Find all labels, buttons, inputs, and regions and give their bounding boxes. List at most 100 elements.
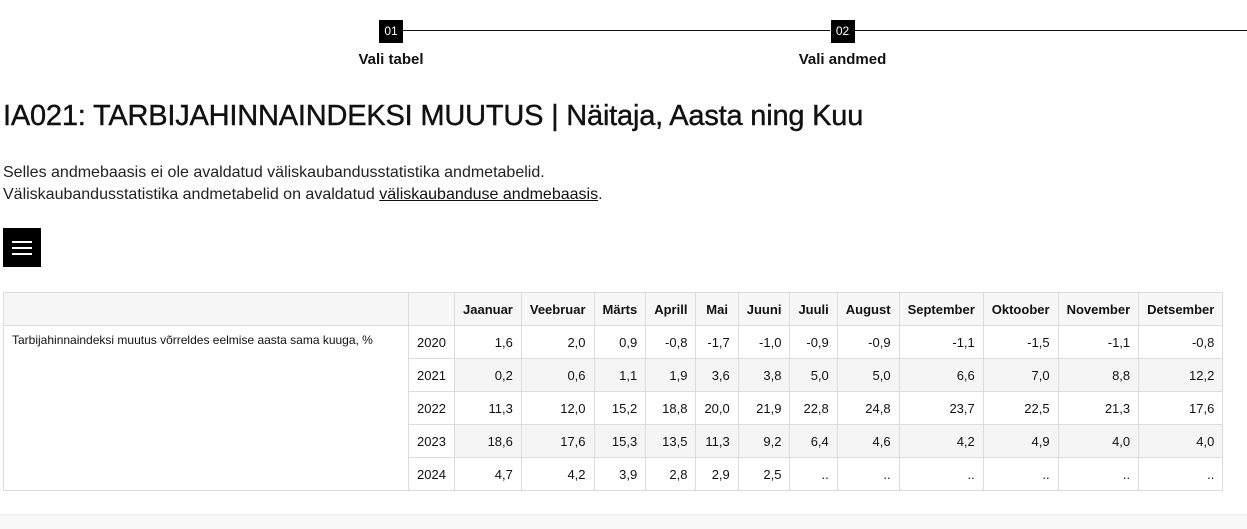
value-cell: -1,1 [898,325,984,359]
intro-line-2-prefix: Väliskaubandusstatistika andmetabelid on… [3,186,380,203]
year-cell: 2020 [408,325,455,359]
value-cell: 13,5 [645,424,697,458]
column-header: November [1057,292,1140,326]
column-header: Aprill [645,292,697,326]
value-cell: .. [836,457,900,491]
value-cell: -1,5 [982,325,1059,359]
value-cell: 6,4 [789,424,838,458]
value-cell: 4,9 [982,424,1059,458]
step-number: 01 [379,20,403,43]
value-cell: 15,3 [593,424,647,458]
column-header: September [898,292,984,326]
value-cell: 21,3 [1057,391,1140,425]
stepper-connector [855,30,1247,31]
value-cell: 22,5 [982,391,1059,425]
value-cell: 1,1 [593,358,647,392]
year-cell: 2023 [408,424,455,458]
menu-button[interactable] [3,228,41,267]
column-header: Juuli [789,292,838,326]
value-cell: 6,6 [898,358,984,392]
value-cell: 11,3 [695,424,739,458]
column-header: Mai [695,292,739,326]
step-select-table[interactable]: 01 Vali tabel [340,20,442,68]
value-cell: 23,7 [898,391,984,425]
column-header: Juuni [737,292,791,326]
value-cell: 22,8 [789,391,838,425]
value-cell: 12,2 [1138,358,1224,392]
bottom-panel [0,514,1247,529]
column-header: August [836,292,900,326]
value-cell: 4,2 [520,457,595,491]
value-cell: 2,8 [645,457,697,491]
table-row: Tarbijahinnaindeksi muutus võrreldes eel… [3,325,1224,491]
intro-line-2: Väliskaubandusstatistika andmetabelid on… [3,184,603,206]
step-select-data[interactable]: 02 Vali andmed [780,20,905,68]
value-cell: 0,2 [454,358,522,392]
hamburger-icon [12,252,32,255]
step-label: Vali tabel [358,51,424,68]
value-cell: .. [1138,457,1224,491]
value-cell: 0,9 [593,325,647,359]
intro-text: Selles andmebaasis ei ole avaldatud väli… [3,162,603,206]
value-cell: 24,8 [836,391,900,425]
hamburger-icon [12,246,32,249]
value-cell: .. [982,457,1059,491]
step-number: 02 [830,20,855,43]
value-cell: 3,9 [593,457,647,491]
value-cell: -1,7 [695,325,739,359]
value-cell: 5,0 [836,358,900,392]
value-cell: 15,2 [593,391,647,425]
intro-line-2-suffix: . [598,186,603,203]
year-cell: 2021 [408,358,455,392]
page-title: IA021: TARBIJAHINNAINDEKSI MUUTUS | Näit… [3,100,864,132]
value-cell: -1,0 [737,325,791,359]
value-cell: 9,2 [737,424,791,458]
value-cell: 2,0 [520,325,595,359]
column-header: Veebruar [520,292,595,326]
value-cell: 17,6 [1138,391,1224,425]
value-cell: 5,0 [789,358,838,392]
value-cell: -0,9 [836,325,900,359]
value-cell: 1,6 [454,325,522,359]
value-cell: .. [1057,457,1140,491]
value-cell: 21,9 [737,391,791,425]
value-cell: 0,6 [520,358,595,392]
header-empty [408,292,455,326]
value-cell: 4,0 [1057,424,1140,458]
hamburger-icon [12,240,32,243]
value-cell: 4,6 [836,424,900,458]
column-header: Detsember [1138,292,1224,326]
stepper-connector [402,30,830,31]
indicator-label: Tarbijahinnaindeksi muutus võrreldes eel… [3,325,409,491]
value-cell: -0,9 [789,325,838,359]
value-cell: 4,2 [898,424,984,458]
intro-line-1: Selles andmebaasis ei ole avaldatud väli… [3,164,545,181]
column-header: Oktoober [982,292,1059,326]
value-cell: 2,9 [695,457,739,491]
value-cell: 17,6 [520,424,595,458]
value-cell: -1,1 [1057,325,1140,359]
column-header: Märts [593,292,647,326]
value-cell: 3,8 [737,358,791,392]
year-cell: 2024 [408,457,455,491]
value-cell: 4,7 [454,457,522,491]
value-cell: 2,5 [737,457,791,491]
value-cell: 8,8 [1057,358,1140,392]
value-cell: 4,0 [1138,424,1224,458]
value-cell: .. [789,457,838,491]
column-header: Jaanuar [454,292,522,326]
value-cell: 18,8 [645,391,697,425]
year-cell: 2022 [408,391,455,425]
value-cell: 12,0 [520,391,595,425]
foreign-trade-database-link[interactable]: väliskaubanduse andmebaasis [379,186,598,203]
value-cell: 3,6 [695,358,739,392]
value-cell: -0,8 [1138,325,1224,359]
value-cell: 11,3 [454,391,522,425]
header-empty [3,292,409,326]
data-table: Jaanuar Veebruar Märts Aprill Mai Juuni … [3,292,1224,491]
value-cell: 18,6 [454,424,522,458]
table-header-row: Jaanuar Veebruar Märts Aprill Mai Juuni … [3,292,1224,326]
value-cell: 20,0 [695,391,739,425]
value-cell: 7,0 [982,358,1059,392]
value-cell: -0,8 [645,325,697,359]
